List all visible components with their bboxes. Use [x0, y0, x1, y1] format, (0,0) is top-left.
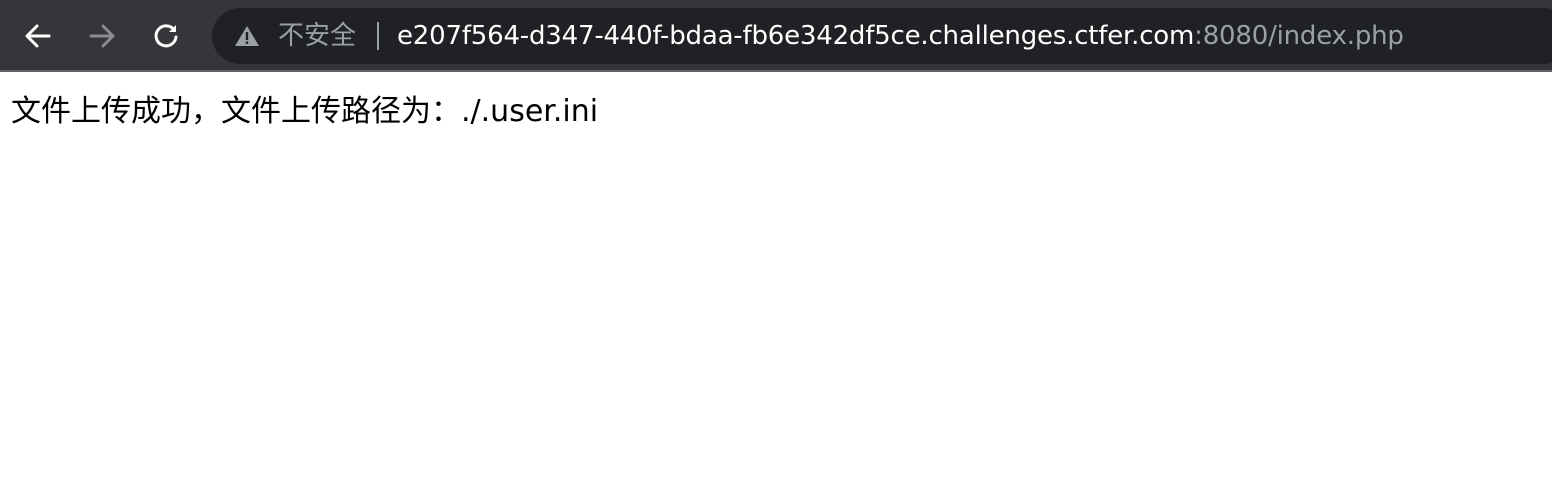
reload-button[interactable]	[146, 16, 186, 56]
url-host: e207f564-d347-440f-bdaa-fb6e342df5ce.cha…	[397, 21, 1195, 51]
back-button[interactable]	[18, 16, 58, 56]
upload-result-message: 文件上传成功，文件上传路径为：./.user.ini	[11, 94, 599, 129]
address-bar[interactable]: 不安全 e207f564-d347-440f-bdaa-fb6e342df5ce…	[212, 8, 1552, 64]
forward-button[interactable]	[82, 16, 122, 56]
url-text[interactable]: e207f564-d347-440f-bdaa-fb6e342df5ce.cha…	[397, 20, 1404, 52]
reload-icon	[154, 24, 178, 48]
browser-toolbar: 不安全 e207f564-d347-440f-bdaa-fb6e342df5ce…	[0, 0, 1552, 72]
warning-triangle-icon[interactable]	[234, 25, 260, 47]
url-port-path: :8080/index.php	[1194, 21, 1404, 51]
arrow-left-icon	[25, 24, 51, 48]
security-status-label[interactable]: 不安全	[278, 20, 356, 52]
arrow-right-icon	[89, 24, 115, 48]
omnibox-divider	[377, 22, 379, 50]
